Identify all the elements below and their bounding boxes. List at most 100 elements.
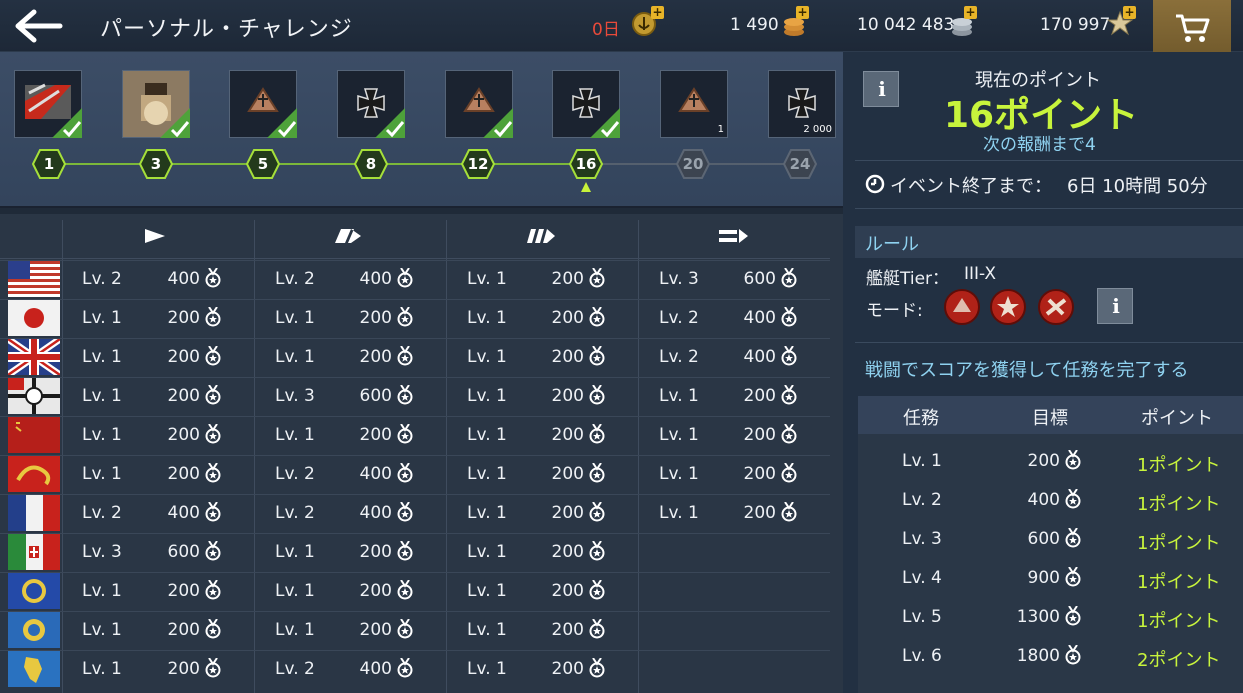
- milestone-node: 8: [354, 149, 388, 179]
- milestone-node: 1: [32, 149, 66, 179]
- mission-target: 1800: [1016, 646, 1060, 666]
- cell-target: 200: [167, 386, 200, 406]
- cell-level: Lv. 1: [467, 542, 507, 562]
- event-end-value: 6日 10時間 50分: [1067, 176, 1208, 197]
- reward-quantity: 2 000: [803, 124, 832, 135]
- progress-track: [602, 163, 683, 165]
- mode-domination-icon[interactable]: [989, 288, 1027, 326]
- reward-item[interactable]: 75: [14, 70, 82, 138]
- cell-level: Lv. 1: [467, 308, 507, 328]
- cell-target: 200: [167, 464, 200, 484]
- medal-icon: [205, 423, 221, 444]
- divider: [855, 160, 1243, 161]
- cell-level: Lv. 1: [467, 425, 507, 445]
- mission-level: Lv. 3: [902, 529, 942, 549]
- milestone-node: 3: [139, 149, 173, 179]
- cell-target: 600: [359, 386, 392, 406]
- progress-track: [494, 163, 576, 165]
- carrier-icon: [719, 228, 749, 246]
- medal-icon: [205, 384, 221, 405]
- col-header-mission: 任務: [903, 408, 939, 429]
- cell-level: Lv. 1: [275, 425, 315, 445]
- mission-points: 1ポイント: [1137, 533, 1221, 554]
- cell-level: Lv. 1: [82, 308, 122, 328]
- cell-target: 400: [743, 308, 776, 328]
- milestone-label: 5: [257, 155, 269, 173]
- table-row: [0, 377, 830, 415]
- cell-level: Lv. 2: [275, 503, 315, 523]
- buy-plus-button[interactable]: +: [1123, 6, 1136, 19]
- cell-target: 200: [551, 659, 584, 679]
- medal-icon: [589, 267, 605, 288]
- info-icon: i: [1112, 294, 1120, 318]
- cell-level: Lv. 1: [659, 386, 699, 406]
- cell-level: Lv. 1: [275, 581, 315, 601]
- milestone-node: 5: [246, 149, 280, 179]
- cell-level: Lv. 1: [659, 425, 699, 445]
- mission-points: 1ポイント: [1137, 455, 1221, 476]
- mode-standard-icon[interactable]: [943, 288, 981, 326]
- buy-plus-button[interactable]: +: [651, 6, 664, 19]
- medal-icon: [205, 462, 221, 483]
- mission-level: Lv. 1: [902, 451, 942, 471]
- reward-quantity: 1: [717, 124, 724, 135]
- buy-plus-button[interactable]: +: [796, 6, 809, 19]
- timer-icon: [864, 173, 886, 195]
- cell-level: Lv. 1: [82, 464, 122, 484]
- flag-germany-icon: [8, 378, 60, 414]
- mission-target: 900: [1027, 568, 1060, 588]
- rules-info-button[interactable]: i: [1097, 288, 1133, 324]
- cell-target: 600: [743, 269, 776, 289]
- milestone-label: 24: [789, 155, 811, 173]
- reward-item[interactable]: [122, 70, 190, 138]
- medal-icon: [397, 579, 413, 600]
- cell-level: Lv. 1: [275, 347, 315, 367]
- medal-icon: [589, 540, 605, 561]
- checkmark-icon: [375, 108, 405, 138]
- reward-item[interactable]: 1: [552, 70, 620, 138]
- milestone-label: 1: [43, 155, 55, 173]
- cell-level: Lv. 1: [275, 308, 315, 328]
- mode-epicenter-icon[interactable]: [1037, 288, 1075, 326]
- cell-level: Lv. 1: [659, 464, 699, 484]
- cell-level: Lv. 2: [659, 308, 699, 328]
- mission-target: 200: [1027, 451, 1060, 471]
- medal-icon: [397, 306, 413, 327]
- flag-panamerica-icon: [8, 651, 60, 687]
- table-row: [0, 650, 830, 688]
- cell-target: 200: [743, 503, 776, 523]
- medal-icon: [589, 384, 605, 405]
- cell-level: Lv. 2: [82, 503, 122, 523]
- medal-icon: [205, 540, 221, 561]
- info-button[interactable]: i: [863, 71, 899, 107]
- reward-item[interactable]: [337, 70, 405, 138]
- cell-target: 200: [551, 425, 584, 445]
- medal-icon: [1065, 527, 1081, 548]
- checkmark-icon: [590, 108, 620, 138]
- cell-target: 200: [743, 386, 776, 406]
- medal-icon: [781, 306, 797, 327]
- reward-item[interactable]: 2 000: [768, 70, 836, 138]
- milestone-node: 16: [569, 149, 603, 179]
- medal-icon: [397, 345, 413, 366]
- mode-label: モード:: [866, 301, 923, 321]
- buy-plus-button[interactable]: +: [964, 6, 977, 19]
- medal-icon: [205, 306, 221, 327]
- reward-item[interactable]: [445, 70, 513, 138]
- cell-target: 200: [551, 269, 584, 289]
- table-row: [0, 611, 830, 649]
- cell-target: 200: [551, 503, 584, 523]
- table-row: [0, 533, 830, 571]
- cell-target: 400: [359, 269, 392, 289]
- cell-target: 600: [167, 542, 200, 562]
- flag-ussr-icon: [8, 417, 60, 453]
- reward-item[interactable]: [229, 70, 297, 138]
- current-milestone-marker: [581, 182, 591, 192]
- medal-icon: [205, 618, 221, 639]
- medal-icon: [781, 345, 797, 366]
- milestone-label: 20: [682, 155, 704, 173]
- back-arrow-icon[interactable]: [12, 8, 64, 44]
- cell-target: 200: [359, 425, 392, 445]
- reward-item[interactable]: 1: [660, 70, 728, 138]
- cell-target: 200: [167, 347, 200, 367]
